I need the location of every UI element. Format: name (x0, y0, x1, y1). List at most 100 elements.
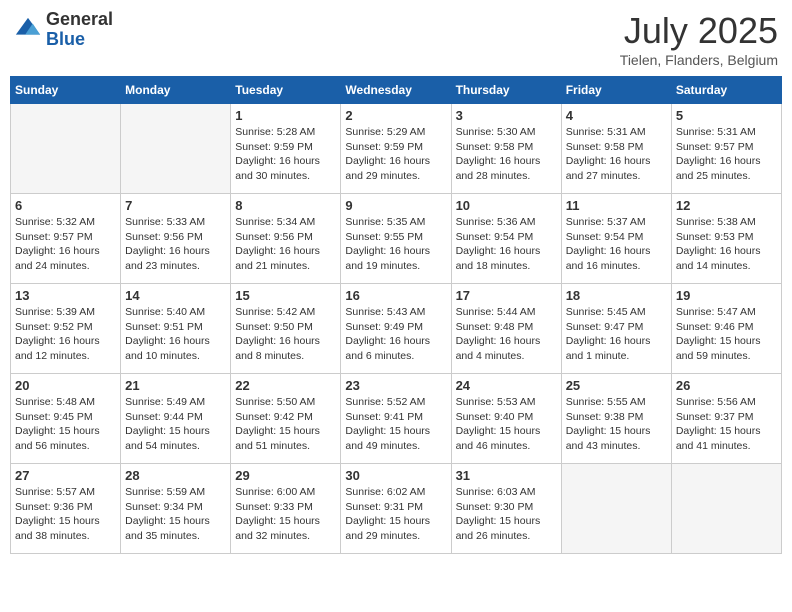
day-info: Sunrise: 5:36 AM Sunset: 9:54 PM Dayligh… (456, 215, 557, 274)
logo-icon (14, 16, 42, 44)
calendar-cell: 30 Sunrise: 6:02 AM Sunset: 9:31 PM Dayli… (341, 464, 451, 554)
day-number: 11 (566, 198, 667, 213)
title-block: July 2025 Tielen, Flanders, Belgium (620, 10, 778, 68)
month-title: July 2025 (620, 10, 778, 52)
weekday-header: Monday (121, 77, 231, 104)
day-number: 8 (235, 198, 336, 213)
day-number: 9 (345, 198, 446, 213)
day-info: Sunrise: 5:40 AM Sunset: 9:51 PM Dayligh… (125, 305, 226, 364)
logo-general: General (46, 10, 113, 30)
calendar-cell: 28 Sunrise: 5:59 AM Sunset: 9:34 PM Dayli… (121, 464, 231, 554)
calendar-week-row: 20 Sunrise: 5:48 AM Sunset: 9:45 PM Dayli… (11, 374, 782, 464)
day-number: 17 (456, 288, 557, 303)
calendar-cell: 16 Sunrise: 5:43 AM Sunset: 9:49 PM Dayli… (341, 284, 451, 374)
day-number: 30 (345, 468, 446, 483)
day-number: 7 (125, 198, 226, 213)
calendar-cell: 2Sunrise: 5:29 AM Sunset: 9:59 PM Daylig… (341, 104, 451, 194)
calendar-cell: 17 Sunrise: 5:44 AM Sunset: 9:48 PM Dayli… (451, 284, 561, 374)
calendar-cell: 3 Sunrise: 5:30 AM Sunset: 9:58 PM Daylig… (451, 104, 561, 194)
calendar-cell (121, 104, 231, 194)
logo-blue: Blue (46, 30, 113, 50)
day-info: Sunrise: 5:31 AM Sunset: 9:58 PM Dayligh… (566, 125, 667, 184)
day-info: Sunrise: 6:02 AM Sunset: 9:31 PM Dayligh… (345, 485, 446, 544)
calendar-cell: 4 Sunrise: 5:31 AM Sunset: 9:58 PM Daylig… (561, 104, 671, 194)
logo: General Blue (14, 10, 113, 50)
day-info: Sunrise: 5:49 AM Sunset: 9:44 PM Dayligh… (125, 395, 226, 454)
calendar-cell: 19Sunrise: 5:47 AM Sunset: 9:46 PM Dayli… (671, 284, 781, 374)
day-info: Sunrise: 5:48 AM Sunset: 9:45 PM Dayligh… (15, 395, 116, 454)
day-info: Sunrise: 5:31 AM Sunset: 9:57 PM Dayligh… (676, 125, 777, 184)
day-number: 13 (15, 288, 116, 303)
calendar-cell: 7Sunrise: 5:33 AM Sunset: 9:56 PM Daylig… (121, 194, 231, 284)
weekday-header: Wednesday (341, 77, 451, 104)
day-info: Sunrise: 5:28 AM Sunset: 9:59 PM Dayligh… (235, 125, 336, 184)
day-number: 20 (15, 378, 116, 393)
weekday-header-row: SundayMondayTuesdayWednesdayThursdayFrid… (11, 77, 782, 104)
day-number: 6 (15, 198, 116, 213)
day-number: 23 (345, 378, 446, 393)
calendar-cell: 11Sunrise: 5:37 AM Sunset: 9:54 PM Dayli… (561, 194, 671, 284)
calendar-cell: 27 Sunrise: 5:57 AM Sunset: 9:36 PM Dayli… (11, 464, 121, 554)
calendar-table: SundayMondayTuesdayWednesdayThursdayFrid… (10, 76, 782, 554)
day-info: Sunrise: 5:59 AM Sunset: 9:34 PM Dayligh… (125, 485, 226, 544)
calendar-cell: 26Sunrise: 5:56 AM Sunset: 9:37 PM Dayli… (671, 374, 781, 464)
calendar-cell: 21 Sunrise: 5:49 AM Sunset: 9:44 PM Dayli… (121, 374, 231, 464)
day-number: 3 (456, 108, 557, 123)
day-info: Sunrise: 5:53 AM Sunset: 9:40 PM Dayligh… (456, 395, 557, 454)
day-info: Sunrise: 5:34 AM Sunset: 9:56 PM Dayligh… (235, 215, 336, 274)
day-number: 10 (456, 198, 557, 213)
calendar-cell (561, 464, 671, 554)
calendar-cell: 31Sunrise: 6:03 AM Sunset: 9:30 PM Dayli… (451, 464, 561, 554)
calendar-cell: 15 Sunrise: 5:42 AM Sunset: 9:50 PM Dayli… (231, 284, 341, 374)
day-number: 2 (345, 108, 446, 123)
day-number: 22 (235, 378, 336, 393)
calendar-cell (671, 464, 781, 554)
calendar-cell: 14 Sunrise: 5:40 AM Sunset: 9:51 PM Dayli… (121, 284, 231, 374)
day-info: Sunrise: 5:56 AM Sunset: 9:37 PM Dayligh… (676, 395, 777, 454)
day-number: 15 (235, 288, 336, 303)
day-number: 12 (676, 198, 777, 213)
day-number: 25 (566, 378, 667, 393)
day-info: Sunrise: 5:43 AM Sunset: 9:49 PM Dayligh… (345, 305, 446, 364)
logo-text: General Blue (46, 10, 113, 50)
calendar-week-row: 27 Sunrise: 5:57 AM Sunset: 9:36 PM Dayli… (11, 464, 782, 554)
calendar-cell: 10 Sunrise: 5:36 AM Sunset: 9:54 PM Dayli… (451, 194, 561, 284)
calendar-cell: 18Sunrise: 5:45 AM Sunset: 9:47 PM Dayli… (561, 284, 671, 374)
calendar-cell: 9Sunrise: 5:35 AM Sunset: 9:55 PM Daylig… (341, 194, 451, 284)
calendar-week-row: 6 Sunrise: 5:32 AM Sunset: 9:57 PM Daylig… (11, 194, 782, 284)
day-number: 4 (566, 108, 667, 123)
calendar-cell: 1 Sunrise: 5:28 AM Sunset: 9:59 PM Daylig… (231, 104, 341, 194)
day-number: 24 (456, 378, 557, 393)
weekday-header: Thursday (451, 77, 561, 104)
calendar-cell: 20 Sunrise: 5:48 AM Sunset: 9:45 PM Dayli… (11, 374, 121, 464)
day-info: Sunrise: 6:00 AM Sunset: 9:33 PM Dayligh… (235, 485, 336, 544)
day-number: 16 (345, 288, 446, 303)
calendar-cell: 22Sunrise: 5:50 AM Sunset: 9:42 PM Dayli… (231, 374, 341, 464)
day-info: Sunrise: 5:42 AM Sunset: 9:50 PM Dayligh… (235, 305, 336, 364)
day-info: Sunrise: 5:39 AM Sunset: 9:52 PM Dayligh… (15, 305, 116, 364)
day-info: Sunrise: 5:57 AM Sunset: 9:36 PM Dayligh… (15, 485, 116, 544)
day-info: Sunrise: 5:52 AM Sunset: 9:41 PM Dayligh… (345, 395, 446, 454)
day-number: 14 (125, 288, 226, 303)
calendar-week-row: 13 Sunrise: 5:39 AM Sunset: 9:52 PM Dayli… (11, 284, 782, 374)
calendar-cell: 6 Sunrise: 5:32 AM Sunset: 9:57 PM Daylig… (11, 194, 121, 284)
calendar-cell: 25Sunrise: 5:55 AM Sunset: 9:38 PM Dayli… (561, 374, 671, 464)
day-info: Sunrise: 5:44 AM Sunset: 9:48 PM Dayligh… (456, 305, 557, 364)
day-number: 28 (125, 468, 226, 483)
day-number: 27 (15, 468, 116, 483)
calendar-cell: 13 Sunrise: 5:39 AM Sunset: 9:52 PM Dayli… (11, 284, 121, 374)
weekday-header: Sunday (11, 77, 121, 104)
day-info: Sunrise: 5:38 AM Sunset: 9:53 PM Dayligh… (676, 215, 777, 274)
day-number: 5 (676, 108, 777, 123)
day-info: Sunrise: 5:32 AM Sunset: 9:57 PM Dayligh… (15, 215, 116, 274)
day-number: 19 (676, 288, 777, 303)
calendar-cell: 29 Sunrise: 6:00 AM Sunset: 9:33 PM Dayli… (231, 464, 341, 554)
day-info: Sunrise: 5:30 AM Sunset: 9:58 PM Dayligh… (456, 125, 557, 184)
page-header: General Blue July 2025 Tielen, Flanders,… (10, 10, 782, 68)
day-number: 29 (235, 468, 336, 483)
calendar-cell (11, 104, 121, 194)
day-number: 1 (235, 108, 336, 123)
calendar-cell: 24 Sunrise: 5:53 AM Sunset: 9:40 PM Dayli… (451, 374, 561, 464)
calendar-cell: 12 Sunrise: 5:38 AM Sunset: 9:53 PM Dayli… (671, 194, 781, 284)
day-number: 21 (125, 378, 226, 393)
